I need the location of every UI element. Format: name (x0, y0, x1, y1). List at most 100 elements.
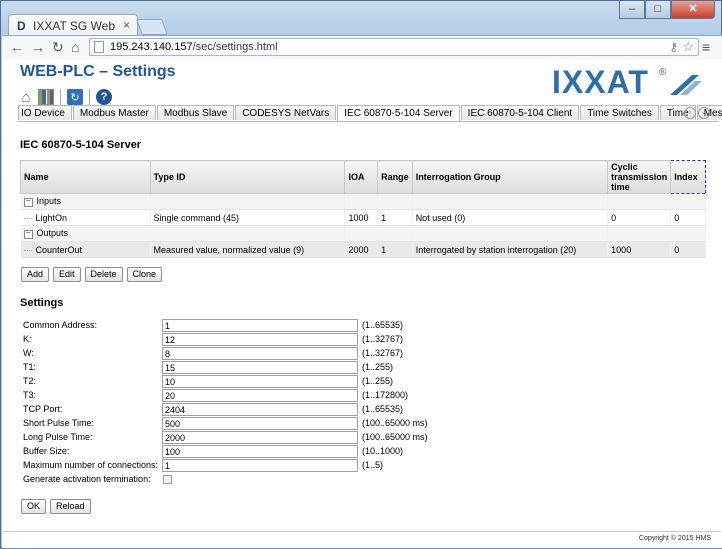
new-tab-button[interactable] (136, 19, 168, 35)
cell-range: 1 (377, 209, 413, 226)
form-row-common-address: Common Address: (1..65535) (22, 319, 542, 333)
col-type-id[interactable]: Type ID (149, 160, 346, 194)
field-label: Long Pulse Time: (23, 432, 93, 442)
reload-icon[interactable]: ↻ (52, 39, 64, 56)
buffer-size-input[interactable] (162, 445, 358, 458)
max-connections-input[interactable] (162, 459, 358, 472)
back-arrow-icon[interactable]: ← (10, 39, 24, 55)
collapse-icon[interactable]: − (23, 197, 33, 207)
col-range[interactable]: Range (377, 160, 413, 194)
empty-cell (150, 193, 346, 210)
tab-modbus-slave[interactable]: Modbus Slave (156, 105, 235, 120)
close-window-button[interactable]: ✕ (671, 1, 715, 19)
short-pulse-time-input[interactable] (162, 417, 358, 430)
logo-text: IXXAT (552, 65, 649, 97)
collapse-icon[interactable]: − (23, 229, 33, 239)
cell-group: Interrogated by station interrogation (2… (412, 241, 609, 258)
field-label: Maximum number of connections: (23, 460, 159, 470)
field-range: (1..65535) (362, 404, 404, 414)
add-button[interactable]: Add (21, 267, 50, 282)
tab-time-switches[interactable]: Time Switches (580, 105, 659, 120)
menu-icon[interactable]: ≡ (702, 39, 710, 55)
field-label: Generate activation termination: (23, 474, 151, 484)
field-label: T1: (23, 362, 37, 372)
tab-iec-104-server[interactable]: IEC 60870-5-104 Server (337, 105, 460, 121)
window-controls: – □ ✕ (619, 1, 715, 21)
t3-input[interactable] (162, 389, 358, 402)
datapoint-table: Name Type ID IOA Range Interrogation Gro… (20, 160, 706, 258)
form-row-short-pulse: Short Pulse Time: (100..65000 ms) (22, 417, 542, 431)
refresh-icon[interactable]: ↻ (67, 89, 83, 105)
empty-cell (412, 193, 609, 210)
page-title: WEB-PLC – Settings (20, 63, 176, 80)
logo-registered-mark: ® (659, 67, 667, 78)
reload-button[interactable]: Reload (50, 499, 91, 514)
tab-scroll-right-icon[interactable]: › (684, 107, 696, 119)
field-range: (1..255) (362, 362, 394, 372)
field-label: W: (23, 348, 34, 358)
page-footer: Copyright © 2015 HMS (2, 531, 721, 549)
browser-window: D IXXAT SG Web × – □ ✕ ← → ↻ ⌂ 195.243.1… (0, 0, 722, 548)
field-label: Common Address: (23, 320, 98, 330)
cell-ioa: 1000 (344, 209, 379, 226)
minimize-button[interactable]: – (619, 1, 645, 19)
common-address-input[interactable] (162, 319, 358, 332)
activation-termination-checkbox[interactable] (163, 475, 172, 484)
field-range: (100..65000 ms) (362, 418, 428, 428)
delete-button[interactable]: Delete (84, 267, 123, 282)
t2-input[interactable] (162, 375, 358, 388)
address-bar[interactable]: 195.243.140.157/sec/settings.html ⚷ ☆ (89, 38, 699, 56)
io-grid-icon[interactable] (38, 89, 54, 105)
tab-modbus-master[interactable]: Modbus Master (72, 105, 156, 120)
tab-io-device[interactable]: IO Device (18, 105, 72, 120)
table-group-row[interactable]: − Outputs (20, 225, 706, 242)
empty-cell (412, 225, 609, 242)
field-range: (1..32767) (362, 334, 404, 344)
tcp-port-input[interactable] (162, 403, 358, 416)
col-ioa[interactable]: IOA (344, 160, 379, 194)
tab-close-icon[interactable]: × (123, 18, 130, 32)
maximize-button[interactable]: □ (645, 1, 671, 19)
field-range: (100..65000 ms) (362, 432, 428, 442)
cell-cyclic: 1000 (607, 241, 672, 258)
help-icon[interactable]: ? (96, 89, 112, 105)
settings-heading: Settings (20, 297, 64, 309)
group-cell: − Outputs (20, 225, 151, 242)
clone-button[interactable]: Clone (126, 267, 163, 282)
empty-cell (670, 225, 706, 242)
group-cell: − Inputs (20, 193, 151, 210)
bookmark-star-icon[interactable]: ☆ (682, 39, 694, 55)
table-group-row[interactable]: − Inputs (20, 193, 706, 210)
key-icon[interactable]: ⚷ (669, 40, 678, 54)
tab-iec-104-client[interactable]: IEC 60870-5-104 Client (460, 105, 580, 120)
tab-codesys-netvars[interactable]: CODESYS NetVars (235, 105, 337, 120)
cell-type-id: Measured value, normalized value (9) (150, 241, 346, 258)
cell-cyclic: 0 (607, 209, 672, 226)
browser-tab[interactable]: D IXXAT SG Web × (8, 14, 138, 36)
copyright-text: Copyright © 2015 HMS (638, 535, 711, 542)
edit-button[interactable]: Edit (53, 267, 81, 282)
table-row[interactable]: CounterOut Measured value, normalized va… (20, 241, 706, 258)
col-name[interactable]: Name (20, 160, 151, 194)
t1-input[interactable] (162, 361, 358, 374)
w-input[interactable] (162, 347, 358, 360)
ok-button[interactable]: OK (21, 499, 47, 514)
field-label: K: (23, 334, 32, 344)
tab-list-icon[interactable]: ⌄ (698, 107, 710, 119)
long-pulse-time-input[interactable] (162, 431, 358, 444)
home-icon[interactable]: ⌂ (18, 89, 34, 106)
form-row-activation-termination: Generate activation termination: (22, 473, 542, 487)
field-label: T3: (23, 390, 37, 400)
home-icon[interactable]: ⌂ (71, 39, 79, 55)
forward-arrow-icon[interactable]: → (31, 39, 45, 55)
server-heading: IEC 60870-5-104 Server (20, 139, 142, 151)
cell-index: 0 (670, 241, 706, 258)
col-index[interactable]: Index (670, 160, 706, 194)
table-actions: Add Edit Delete Clone (21, 267, 163, 282)
k-input[interactable] (162, 333, 358, 346)
table-row[interactable]: LightOn Single command (45) 1000 1 Not u… (20, 209, 706, 226)
col-cyclic-transmission-time[interactable]: Cyclic transmission time (607, 160, 672, 194)
field-range: (1..32767) (362, 348, 404, 358)
col-interrogation-group[interactable]: Interrogation Group (411, 160, 609, 194)
field-range: (1..65535) (362, 320, 404, 330)
